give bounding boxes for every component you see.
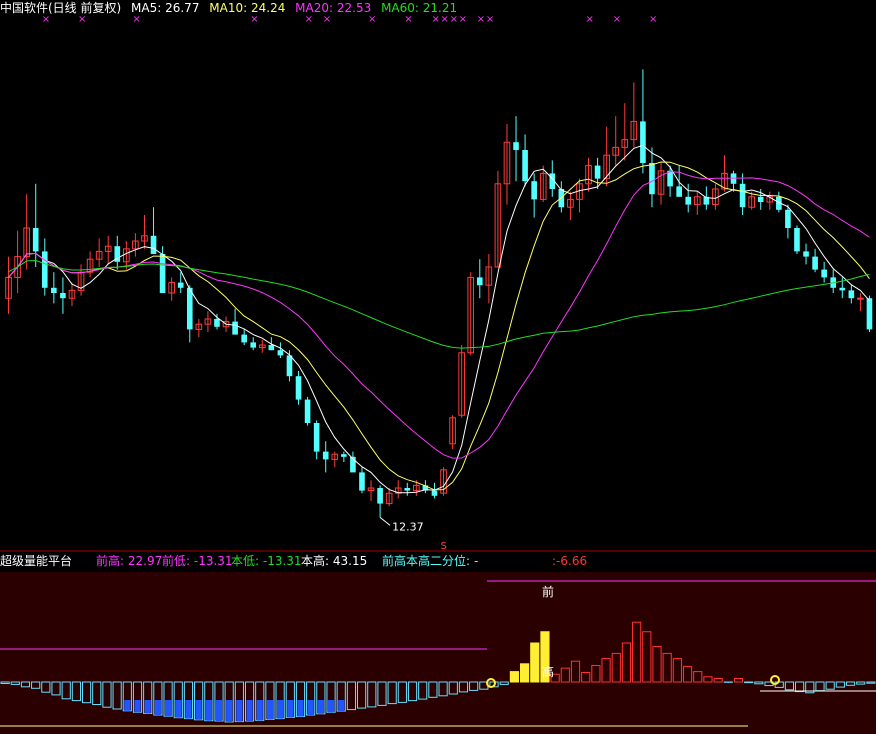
- indicator-bar-strong: [205, 700, 212, 721]
- candle-body: [812, 256, 818, 270]
- candle-body: [150, 235, 157, 254]
- gao-label: 高: [542, 664, 554, 679]
- candle-body: [785, 209, 791, 228]
- candle-body: [268, 345, 275, 351]
- candle-body: [277, 350, 284, 356]
- candle-body: [359, 472, 365, 491]
- indicator-bar-strong: [277, 700, 284, 719]
- candle-body: [640, 121, 646, 163]
- signal-x-marker: ×: [613, 14, 621, 25]
- candle-body: [522, 150, 528, 182]
- signal-x-marker: ×: [477, 14, 485, 25]
- indicator-bar-strong: [317, 700, 324, 714]
- indicator-bar-strong: [124, 700, 131, 711]
- indicator-bar-strong: [287, 700, 294, 718]
- signal-x-marker: ×: [368, 14, 376, 25]
- indicator-bar-positive: [519, 663, 530, 683]
- candle-body: [531, 181, 537, 200]
- candle-body: [304, 399, 311, 423]
- qian-label: 前: [542, 584, 554, 599]
- indicator-bar-positive: [530, 642, 540, 683]
- indicator-bar-strong: [144, 700, 151, 714]
- indicator-bar-strong: [338, 700, 345, 712]
- ma20-line: [8, 171, 870, 459]
- candle-body: [322, 451, 329, 460]
- indicator-bar-strong: [185, 700, 192, 719]
- candle-body: [41, 251, 48, 288]
- indicator-bar-positive: [509, 671, 519, 683]
- candle-body: [177, 282, 184, 288]
- signal-x-marker: ×: [441, 14, 449, 25]
- ma60-line: [8, 259, 870, 349]
- candle-body: [377, 488, 383, 504]
- indicator-bar-strong: [154, 700, 161, 715]
- indicator-bar-strong: [226, 700, 233, 722]
- candle-body: [794, 228, 800, 252]
- candle-body: [313, 423, 320, 452]
- candle-body: [241, 334, 247, 343]
- low-pointer: [379, 516, 391, 526]
- indicator-bar-strong: [327, 700, 335, 713]
- candle-body: [214, 319, 220, 327]
- candle-body: [649, 163, 655, 195]
- ma10-line: [8, 161, 870, 491]
- candle-body: [667, 170, 673, 187]
- candle-body: [431, 490, 438, 496]
- candle-body: [476, 277, 483, 286]
- low-price-label: 12.37: [392, 520, 424, 533]
- candle-body: [803, 251, 809, 257]
- signal-x-marker: ×: [323, 14, 331, 25]
- candle-body: [159, 254, 166, 293]
- candle-body: [404, 488, 411, 491]
- signal-x-marker: ×: [486, 14, 494, 25]
- candle-body: [685, 196, 692, 205]
- signal-x-marker: ×: [250, 14, 258, 25]
- signal-x-marker: ×: [459, 14, 467, 25]
- signal-x-marker: ×: [431, 14, 439, 25]
- indicator-bar-negative: [744, 681, 754, 684]
- candle-body: [739, 183, 746, 208]
- candle-body: [341, 454, 347, 457]
- signal-x-marker: ×: [132, 14, 140, 25]
- candle-body: [60, 293, 66, 299]
- indicator-bar-strong: [134, 700, 141, 713]
- candle-body: [866, 298, 873, 330]
- indicator-bar-strong: [164, 700, 172, 717]
- indicator-bar-strong: [195, 700, 202, 720]
- candle-body: [295, 376, 302, 400]
- indicator-bar-strong: [256, 700, 263, 721]
- candle-body: [757, 196, 764, 202]
- indicator-bar-strong: [297, 700, 304, 717]
- candle-body: [286, 355, 293, 377]
- candle-body: [676, 186, 682, 197]
- candle-body: [857, 297, 864, 300]
- candle-body: [821, 269, 827, 278]
- signal-x-marker: ×: [78, 14, 86, 25]
- candle-body: [250, 342, 257, 348]
- signal-x-marker: ×: [586, 14, 594, 25]
- candle-body: [51, 287, 57, 293]
- candle-body: [32, 228, 39, 252]
- kline-chart: × × × × × × × × × × × × × × × × ×12.37S前高: [0, 14, 876, 734]
- indicator-bar-strong: [246, 700, 253, 721]
- indicator-bar-strong: [175, 700, 182, 718]
- candle-body: [839, 287, 846, 291]
- indicator-bar-strong: [215, 700, 223, 721]
- indicator-bar-strong: [307, 700, 314, 715]
- signal-x-marker: ×: [450, 14, 458, 25]
- candle-body: [186, 287, 193, 330]
- candle-body: [232, 321, 238, 335]
- candle-body: [848, 290, 855, 299]
- signal-x-marker: ×: [404, 14, 412, 25]
- signal-x-marker: ×: [649, 14, 657, 25]
- s-signal-marker: S: [441, 541, 447, 552]
- signal-x-marker: ×: [42, 14, 50, 25]
- candle-body: [513, 142, 519, 150]
- signal-x-marker: ×: [305, 14, 313, 25]
- indicator-bar-strong: [266, 700, 274, 720]
- indicator-bar-strong: [236, 700, 243, 722]
- candle-body: [594, 165, 601, 179]
